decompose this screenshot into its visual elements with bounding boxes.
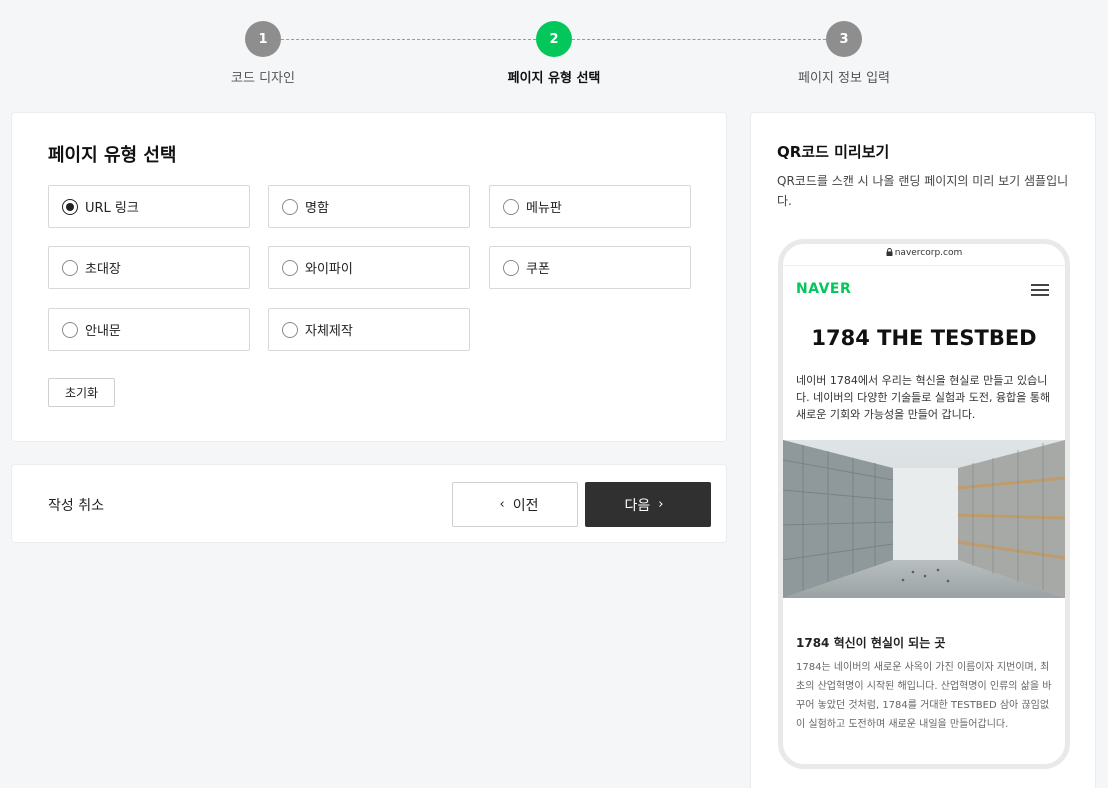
radio-business-card[interactable] [282, 198, 298, 215]
step-1-label: 코드 디자인 [231, 71, 295, 86]
step-1-circle: 1 [245, 21, 281, 57]
option-label: URL 링크 [85, 201, 139, 216]
phone-url: navercorp.com [894, 248, 963, 258]
url-divider [783, 265, 1065, 266]
prev-button-label: 이전 [512, 497, 539, 514]
step-3-label: 페이지 정보 입력 [798, 71, 890, 86]
radio-url-link[interactable] [62, 198, 78, 215]
cancel-link[interactable]: 작성 취소 [48, 495, 104, 515]
chevron-right-icon: › [658, 497, 664, 512]
radio-custom[interactable] [282, 321, 298, 338]
reset-button[interactable]: 초기화 [48, 378, 115, 407]
naver-logo: NAVER [796, 281, 852, 297]
hamburger-menu-icon [1031, 284, 1049, 296]
navigation-card: 작성 취소 ‹ 이전 다음 › [11, 464, 727, 543]
preview-description: QR코드를 스캔 시 나올 랜딩 페이지의 미리 보기 샘플입니다. [777, 174, 1069, 208]
next-button-label: 다음 [624, 497, 651, 514]
progress-stepper: 1 2 3 코드 디자인 페이지 유형 선택 페이지 정보 입력 [0, 0, 1108, 100]
radio-menu[interactable] [503, 198, 519, 215]
step-3-circle: 3 [826, 21, 862, 57]
phone-mockup: navercorp.com NAVER 1784 THE TESTBED 네이버… [778, 239, 1070, 769]
option-notice[interactable]: 안내문 [48, 308, 250, 351]
page-type-title: 페이지 유형 선택 [48, 145, 177, 166]
option-label: 안내문 [85, 324, 121, 339]
phone-headline: 1784 THE TESTBED [811, 326, 1037, 350]
qr-preview-panel: QR코드 미리보기 QR코드를 스캔 시 나올 랜딩 페이지의 미리 보기 샘플… [750, 112, 1096, 788]
chevron-left-icon: ‹ [499, 497, 505, 512]
option-business-card[interactable]: 명함 [268, 185, 470, 228]
lock-icon [886, 248, 893, 256]
preview-title: QR코드 미리보기 [777, 143, 890, 161]
option-invitation[interactable]: 초대장 [48, 246, 250, 289]
phone-subheadline: 1784 혁신이 현실이 되는 곳 [796, 636, 946, 650]
option-label: 명함 [305, 201, 329, 216]
step-2-label: 페이지 유형 선택 [507, 71, 601, 86]
option-label: 초대장 [85, 262, 121, 277]
building-atrium-photo [783, 440, 1065, 598]
radio-notice[interactable] [62, 321, 78, 338]
radio-invitation[interactable] [62, 259, 78, 276]
option-label: 자체제작 [305, 324, 353, 339]
step-2-circle: 2 [536, 21, 572, 57]
step-connector-2 [572, 39, 826, 40]
radio-coupon[interactable] [503, 259, 519, 276]
phone-url-bar: navercorp.com [783, 248, 1065, 258]
radio-wifi[interactable] [282, 259, 298, 276]
next-button[interactable]: 다음 › [585, 482, 711, 527]
option-label: 메뉴판 [526, 201, 562, 216]
option-label: 와이파이 [305, 262, 353, 277]
option-url-link[interactable]: URL 링크 [48, 185, 250, 228]
phone-body-text: 1784는 네이버의 새로운 사옥이 가진 이름이자 지번이며, 최초의 산업혁… [796, 662, 1052, 730]
prev-button[interactable]: ‹ 이전 [452, 482, 578, 527]
option-coupon[interactable]: 쿠폰 [489, 246, 691, 289]
step-connector-1 [281, 39, 536, 40]
option-menu[interactable]: 메뉴판 [489, 185, 691, 228]
option-label: 쿠폰 [526, 262, 550, 277]
option-wifi[interactable]: 와이파이 [268, 246, 470, 289]
option-custom[interactable]: 자체제작 [268, 308, 470, 351]
page-type-card: 페이지 유형 선택 URL 링크 명함 메뉴판 초대장 와이파이 쿠폰 안내문 … [11, 112, 727, 442]
phone-intro: 네이버 1784에서 우리는 혁신을 현실로 만들고 있습니다. 네이버의 다양… [796, 374, 1051, 421]
